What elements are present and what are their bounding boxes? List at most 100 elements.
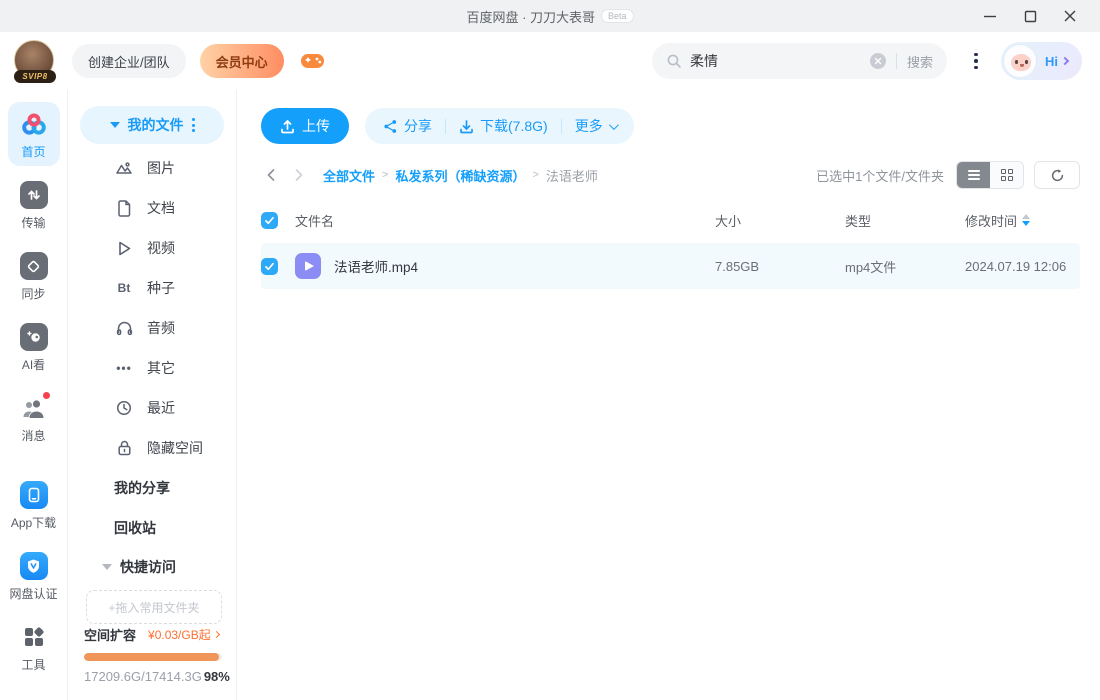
sidebar-item-images[interactable]: 图片 xyxy=(68,148,236,188)
rail-item-ai-view[interactable]: AI看 xyxy=(8,315,60,379)
storage-section: 空间扩容 ¥0.03/GB起 17209.6G/17414.3G 98% xyxy=(68,625,236,700)
file-row[interactable]: 法语老师.mp4 7.85GB mp4文件 2024.07.19 12:06 xyxy=(261,243,1080,289)
expand-space-offer-link[interactable]: ¥0.03/GB起 xyxy=(148,626,220,643)
transfer-icon xyxy=(19,180,49,210)
sidebar-item-videos[interactable]: 视频 xyxy=(68,228,236,268)
sidebar-item-audio[interactable]: 音频 xyxy=(68,308,236,348)
rail-item-app-download[interactable]: App下载 xyxy=(8,473,60,537)
download-label: 下载(7.8G) xyxy=(480,118,548,134)
sidebar-item-quick-access[interactable]: 快捷访问 xyxy=(68,548,236,586)
category-label: 音频 xyxy=(147,320,175,336)
category-label: 其它 xyxy=(147,360,175,376)
toolbar-divider xyxy=(445,118,446,134)
file-name-cell: 法语老师.mp4 xyxy=(295,253,715,279)
rail-item-transfer[interactable]: 传输 xyxy=(8,173,60,237)
storage-header: 空间扩容 ¥0.03/GB起 xyxy=(84,625,222,644)
my-files-label: 我的文件 xyxy=(127,117,184,133)
refresh-button[interactable] xyxy=(1034,161,1080,189)
rail-label-home: 首页 xyxy=(21,145,46,159)
rail-item-verify[interactable]: 网盘认证 xyxy=(8,544,60,608)
game-center-button[interactable] xyxy=(300,51,325,71)
select-all-checkbox[interactable] xyxy=(261,211,278,229)
bt-icon: Bt xyxy=(117,281,131,295)
sidebar-item-torrents[interactable]: Bt 种子 xyxy=(68,268,236,308)
close-button[interactable] xyxy=(1050,0,1090,32)
search-submit-button[interactable]: 搜索 xyxy=(907,52,933,71)
category-label: 文档 xyxy=(147,200,175,216)
rail-bottom-group: App下载 网盘认证 工具 xyxy=(8,473,60,686)
maximize-icon xyxy=(1024,10,1036,22)
file-name[interactable]: 法语老师.mp4 xyxy=(334,256,418,276)
messages-icon xyxy=(19,391,51,423)
breadcrumb-folder[interactable]: 私发系列（稀缺资源） xyxy=(395,166,525,185)
file-toolbar: 上传 分享 下载(7.8G) 更多 xyxy=(261,108,1080,144)
file-size: 7.85GB xyxy=(715,258,760,274)
category-label: 种子 xyxy=(147,280,175,296)
search-bar[interactable]: 搜索 xyxy=(652,43,947,79)
list-view-icon xyxy=(967,169,980,181)
toolbar-divider xyxy=(560,118,562,134)
upload-button[interactable]: 上传 xyxy=(261,108,349,144)
share-button[interactable]: 分享 xyxy=(383,116,432,136)
more-actions-button[interactable]: 更多 xyxy=(574,116,619,136)
document-icon xyxy=(114,199,134,217)
column-header-size[interactable]: 大小 xyxy=(715,211,845,230)
sidebar-item-recycle-bin[interactable]: 回收站 xyxy=(68,508,236,548)
avatar-eye xyxy=(1015,60,1018,64)
column-header-modified[interactable]: 修改时间 xyxy=(965,211,1080,230)
table-header: 文件名 大小 类型 修改时间 xyxy=(261,203,1080,237)
vip-center-button[interactable]: 会员中心 xyxy=(199,44,284,78)
storage-percent: 98% xyxy=(203,669,230,684)
list-view-button[interactable] xyxy=(957,162,990,188)
sidebar-item-my-files[interactable]: 我的文件 xyxy=(80,106,224,144)
main-content: 上传 分享 下载(7.8G) 更多 全部文件 > 私发系列（稀缺资源） > 法语… xyxy=(237,90,1100,700)
file-sidebar: 我的文件 图片 文档 视频 Bt 种子 音频 ••• 其它 最近 隐藏空间 我的… xyxy=(68,90,237,700)
rail-item-sync[interactable]: 同步 xyxy=(8,244,60,308)
user-vip-avatar[interactable]: SVIP8 xyxy=(14,40,56,83)
lock-icon xyxy=(114,440,134,456)
sort-icon[interactable] xyxy=(1022,214,1031,226)
view-controls: 已选中1个文件/文件夹 xyxy=(816,161,1080,189)
rail-item-tools[interactable]: 工具 xyxy=(8,615,60,679)
sidebar-item-documents[interactable]: 文档 xyxy=(68,188,236,228)
grid-view-icon xyxy=(1000,169,1013,181)
sidebar-item-my-shares[interactable]: 我的分享 xyxy=(68,468,236,508)
sidebar-item-others[interactable]: ••• 其它 xyxy=(68,348,236,388)
column-header-type[interactable]: 类型 xyxy=(845,211,965,230)
breadcrumb-separator: > xyxy=(532,169,539,181)
account-pill[interactable]: Hi xyxy=(1001,42,1082,80)
row-checkbox[interactable] xyxy=(261,257,278,275)
grid-view-button[interactable] xyxy=(990,162,1023,188)
nav-forward-button[interactable] xyxy=(289,165,309,185)
more-menu-button[interactable] xyxy=(959,44,993,78)
sidebar-item-recent[interactable]: 最近 xyxy=(68,388,236,428)
rail-label-transfer: 传输 xyxy=(21,216,46,230)
search-input[interactable] xyxy=(690,53,870,69)
clear-search-button[interactable] xyxy=(869,53,886,69)
share-icon xyxy=(384,119,397,133)
download-icon xyxy=(460,119,473,133)
back-icon xyxy=(267,169,275,181)
sidebar-item-hidden-space[interactable]: 隐藏空间 xyxy=(68,428,236,468)
avatar-face xyxy=(1011,54,1031,71)
pin-folder-dropzone[interactable]: +拖入常用文件夹 xyxy=(86,590,222,624)
rail-item-home[interactable]: 首页 xyxy=(7,102,60,166)
my-files-menu-icon[interactable] xyxy=(191,118,195,132)
app-header: SVIP8 创建企业/团队 会员中心 搜索 xyxy=(0,32,1100,90)
upload-icon xyxy=(281,119,294,133)
column-header-name[interactable]: 文件名 xyxy=(295,211,715,230)
maximize-button[interactable] xyxy=(1010,0,1050,32)
nav-back-button[interactable] xyxy=(261,165,281,185)
header-right-group: 搜索 Hi xyxy=(652,42,1082,80)
rail-top-group: 首页 传输 同步 AI看 消息 xyxy=(7,102,60,457)
collapse-arrow-icon xyxy=(102,564,112,570)
app-body: 首页 传输 同步 AI看 消息 App下载 网盘认证 工具 我的文件 图片 文档… xyxy=(0,90,1100,700)
create-team-button[interactable]: 创建企业/团队 xyxy=(72,44,186,78)
close-icon xyxy=(1064,10,1076,22)
minimize-button[interactable] xyxy=(970,0,1010,32)
ellipsis-icon: ••• xyxy=(116,361,132,375)
more-label: 更多 xyxy=(574,118,603,134)
download-button[interactable]: 下载(7.8G) xyxy=(459,116,548,136)
rail-item-messages[interactable]: 消息 xyxy=(8,386,60,450)
breadcrumb-all-files[interactable]: 全部文件 xyxy=(323,166,375,185)
